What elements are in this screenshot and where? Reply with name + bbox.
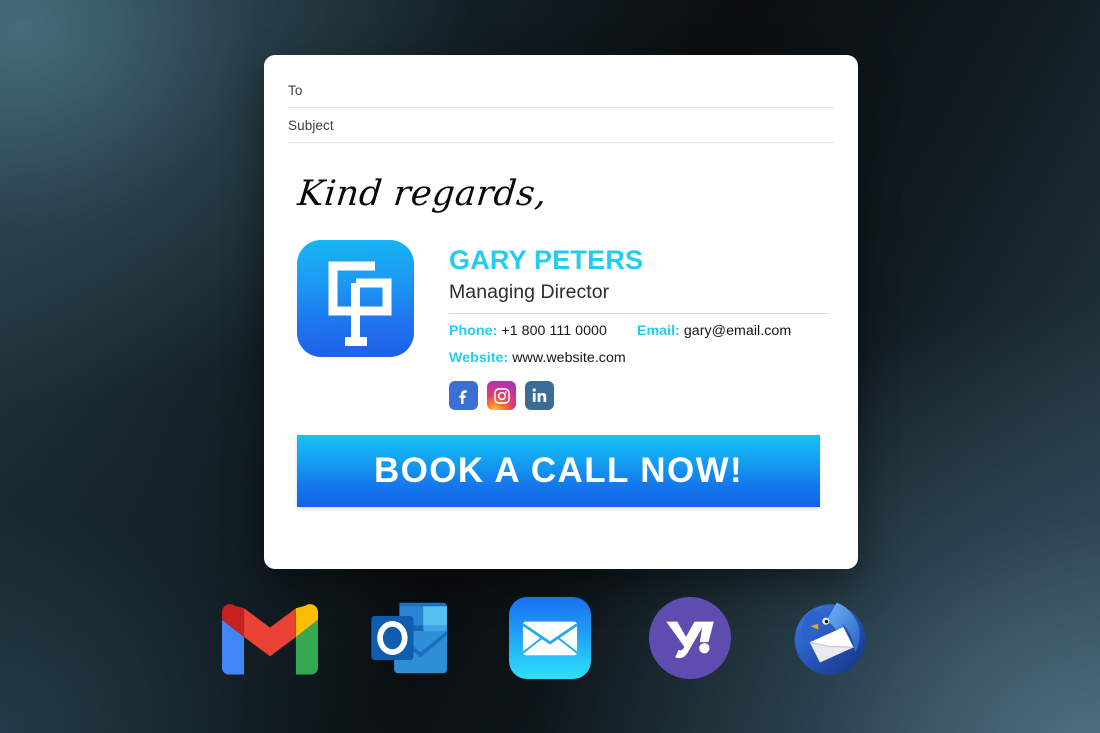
email-label: Email:	[636, 323, 680, 340]
instagram-icon[interactable]	[487, 381, 516, 411]
to-field-row[interactable]: To	[288, 73, 834, 108]
email-value[interactable]: gary@email.com	[684, 323, 791, 339]
subject-field-row[interactable]: Subject	[288, 108, 834, 143]
yahoo-mail-icon[interactable]	[642, 590, 738, 686]
contact-divider	[449, 313, 829, 315]
email-compose-card: To Subject Kind regards, GARY PETERS Man…	[264, 55, 858, 569]
person-job-title: Managing Director	[449, 281, 610, 304]
apple-mail-icon[interactable]	[502, 590, 598, 686]
gmail-icon[interactable]	[222, 590, 318, 686]
gp-monogram-logo	[297, 240, 414, 357]
social-links-row	[449, 381, 858, 411]
email-app-dock	[0, 588, 1100, 688]
website-value[interactable]: www.website.com	[512, 350, 626, 366]
linkedin-icon[interactable]	[525, 381, 554, 411]
thunderbird-icon[interactable]	[782, 590, 878, 686]
signature-details: GARY PETERS Managing Director Phone: +1 …	[449, 240, 858, 411]
contact-line-phone-email: Phone: +1 800 111 0000 Email: gary@email…	[449, 321, 858, 341]
website-label: Website:	[449, 350, 509, 367]
book-a-call-label: BOOK A CALL NOW!	[373, 451, 744, 491]
person-name: GARY PETERS	[449, 245, 644, 275]
phone-label: Phone:	[449, 323, 498, 340]
signature-block: GARY PETERS Managing Director Phone: +1 …	[297, 240, 858, 411]
book-a-call-button[interactable]: BOOK A CALL NOW!	[297, 435, 820, 508]
phone-value[interactable]: +1 800 111 0000	[501, 323, 607, 339]
outlook-icon[interactable]	[362, 590, 458, 686]
contact-line-website: Website: www.website.com	[449, 348, 858, 368]
to-field-label: To	[288, 82, 303, 98]
signoff-text: Kind regards,	[295, 174, 549, 214]
subject-field-label: Subject	[288, 117, 334, 133]
facebook-icon[interactable]	[449, 381, 478, 411]
